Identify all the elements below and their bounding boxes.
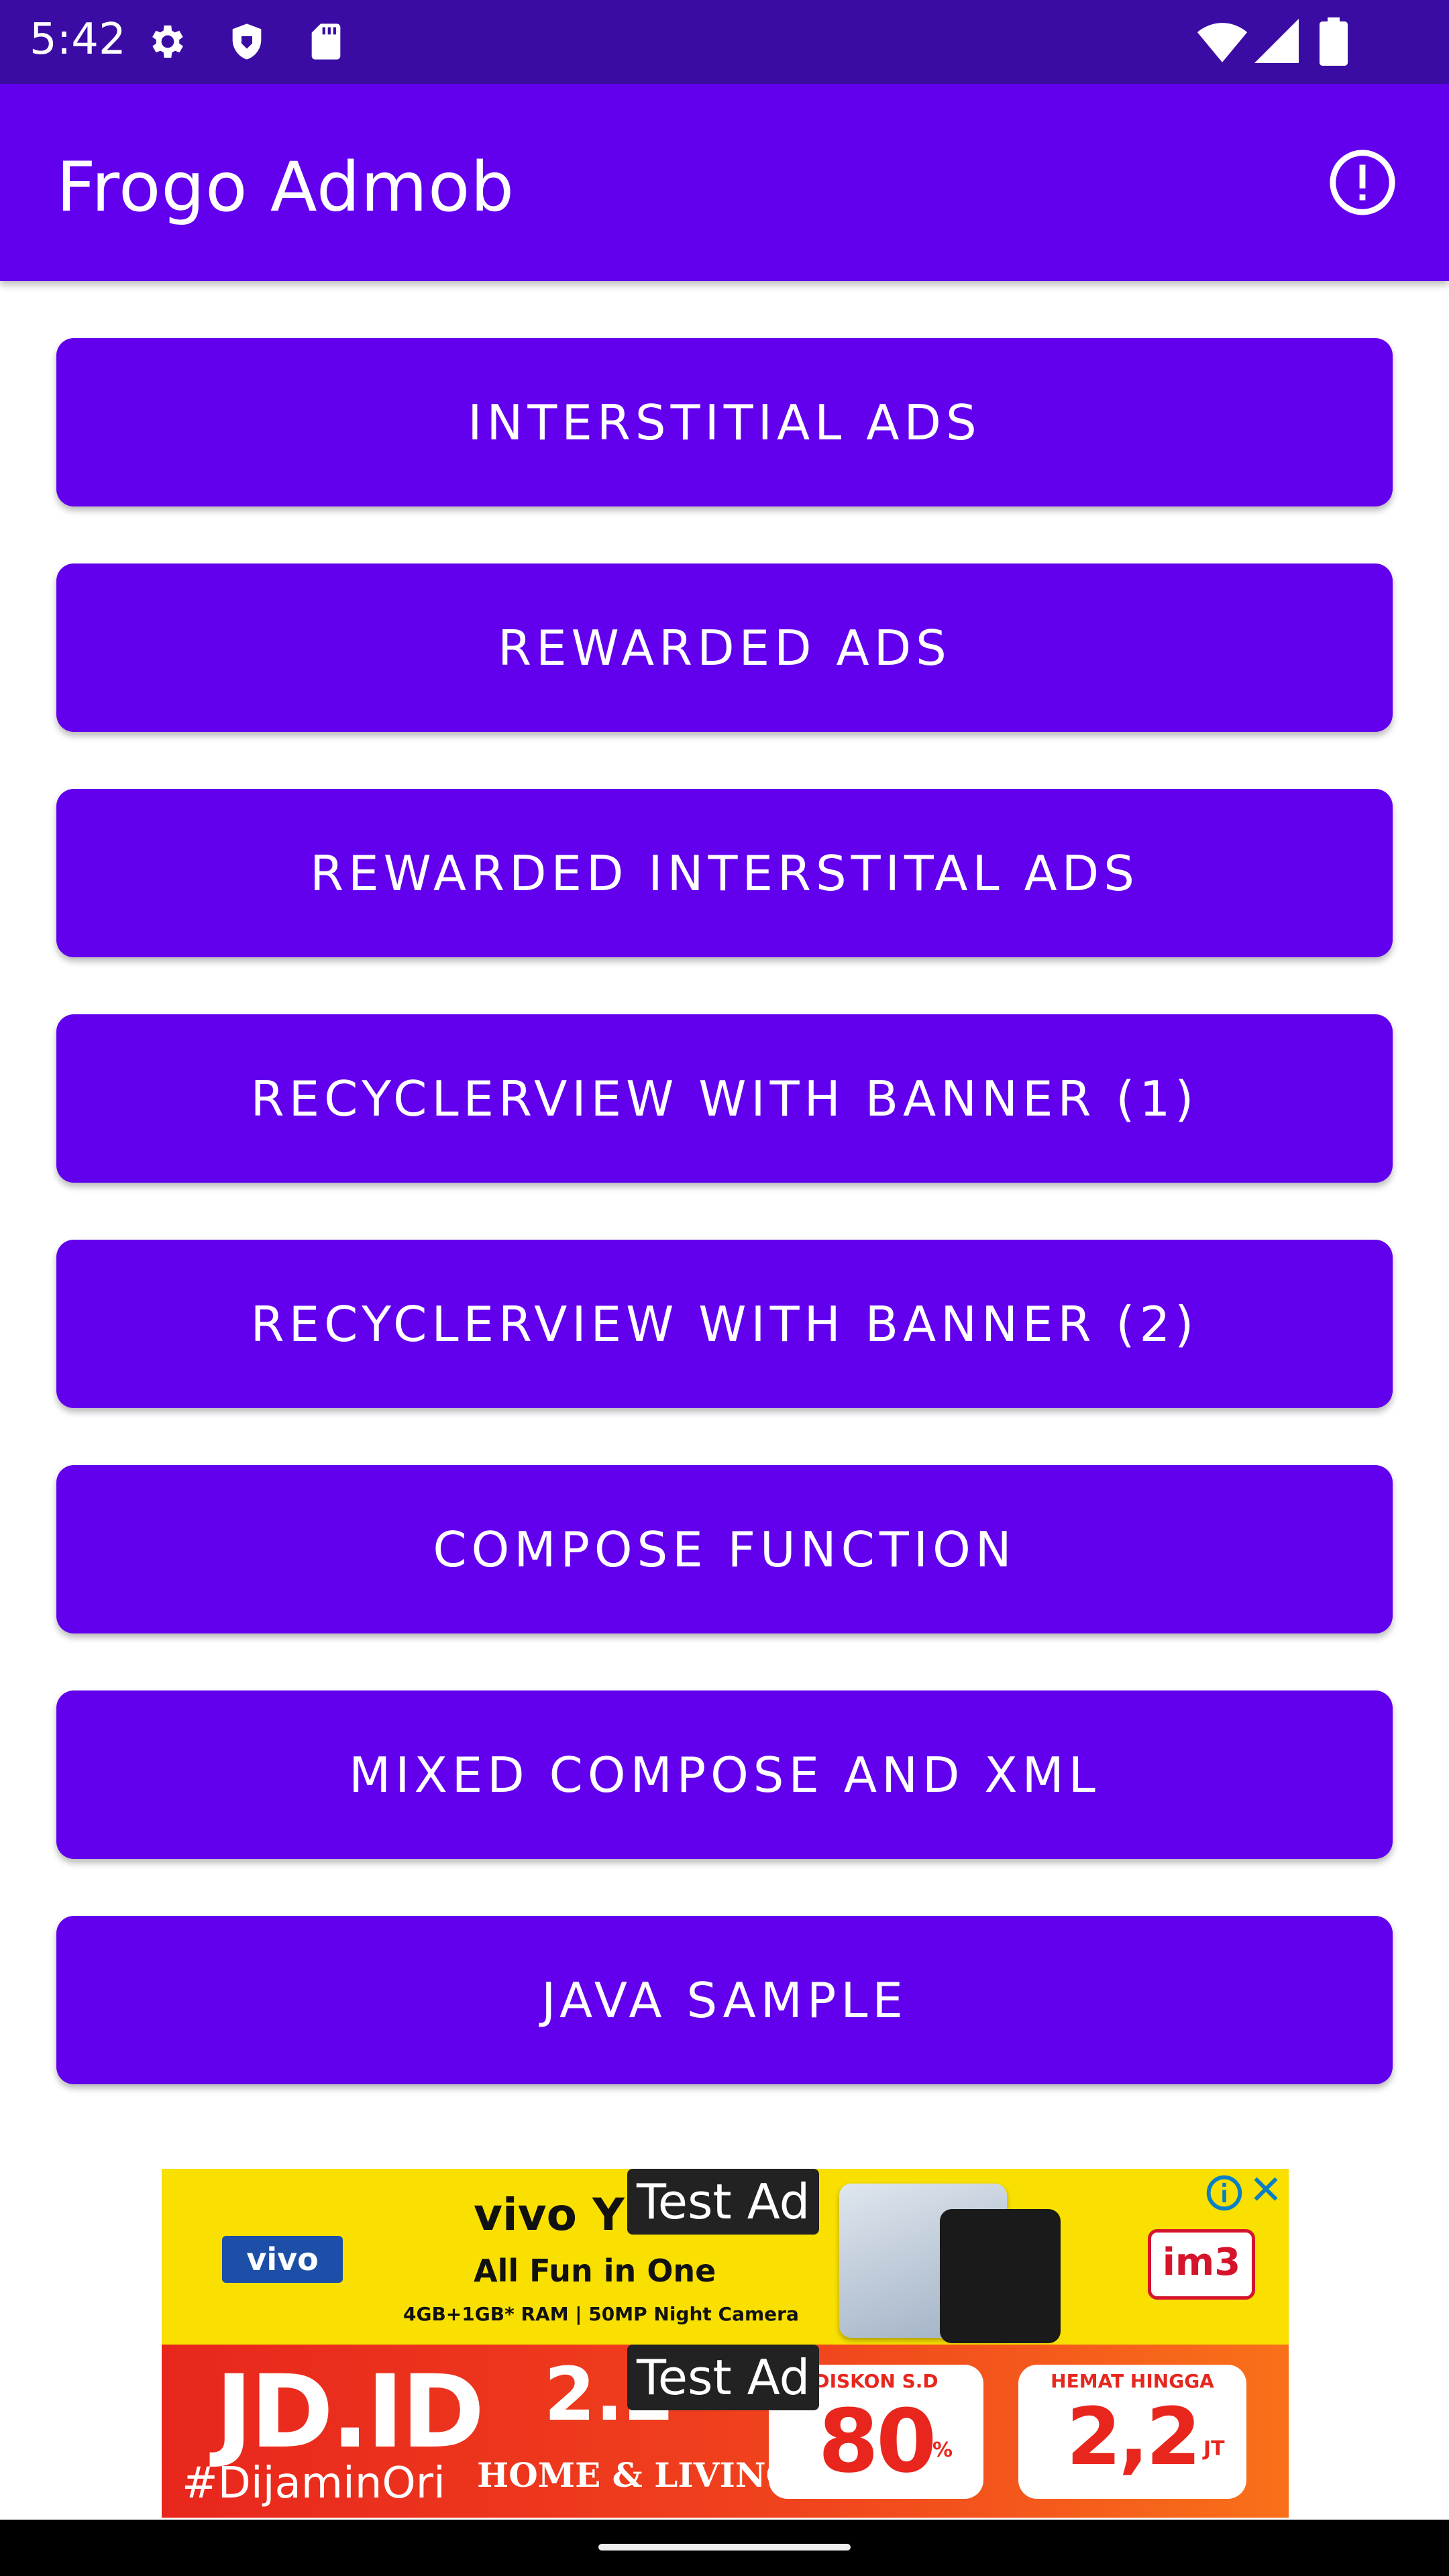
test-ad-badge: Test Ad [627, 2169, 820, 2235]
recyclerview-banner-2-button[interactable]: RECYCLERVIEW WITH BANNER (2) [56, 1240, 1393, 1408]
promo-savings-unit: JT [1203, 2437, 1225, 2461]
rewarded-ads-button[interactable]: REWARDED ADS [56, 564, 1393, 732]
status-bar: 5:42 [0, 0, 1449, 84]
java-sample-button[interactable]: JAVA SAMPLE [56, 1916, 1393, 2084]
interstitial-ads-button[interactable]: INTERSTITIAL ADS [56, 338, 1393, 506]
jd-hashtag: #DijaminOri [182, 2459, 445, 2508]
home-gesture-handle[interactable] [598, 2544, 851, 2551]
app-title: Frogo Admob [56, 148, 515, 227]
info-icon[interactable] [1327, 147, 1398, 218]
test-ad-badge: Test Ad [627, 2345, 820, 2410]
mixed-compose-xml-button[interactable]: MIXED COMPOSE AND XML [56, 1690, 1393, 1859]
navigation-bar [0, 2520, 1449, 2576]
status-time: 5:42 [30, 15, 126, 64]
app-bar: Frogo Admob [0, 84, 1449, 281]
promo-card-savings: HEMAT HINGGA 2,2 JT [1018, 2365, 1246, 2499]
event-name: HOME & LIVING [477, 2455, 795, 2495]
rewarded-interstitial-ads-button[interactable]: REWARDED INTERSTITAL ADS [56, 789, 1393, 957]
ad-banner[interactable]: vivo vivo Y All Fun in One 4GB+1GB* RAM … [162, 2169, 1289, 2518]
signal-icon [1254, 19, 1299, 63]
ad-close-icon[interactable]: ✕ [1247, 2170, 1285, 2210]
settings-icon [152, 25, 183, 58]
ad-banner-bottom[interactable]: JD.ID #DijaminOri 2.2 HOME & LIVING DISK… [162, 2345, 1289, 2518]
sd-card-icon [311, 23, 341, 60]
recyclerview-banner-1-button[interactable]: RECYCLERVIEW WITH BANNER (1) [56, 1014, 1393, 1183]
vivo-logo: vivo [222, 2236, 343, 2283]
ad-headline: vivo Y [474, 2189, 625, 2241]
promo-discount-unit: % [932, 2438, 953, 2462]
ad-spec: 4GB+1GB* RAM | 50MP Night Camera [403, 2303, 799, 2325]
ad-banner-top[interactable]: vivo vivo Y All Fun in One 4GB+1GB* RAM … [162, 2169, 1289, 2345]
compose-function-button[interactable]: COMPOSE FUNCTION [56, 1465, 1393, 1633]
phone-back-image [940, 2209, 1061, 2343]
promo-savings-label: HEMAT HINGGA [1051, 2370, 1214, 2392]
adchoices-icon[interactable] [1205, 2174, 1243, 2212]
im3-logo: im3 [1148, 2229, 1255, 2300]
ad-subline: All Fun in One [474, 2253, 716, 2289]
promo-savings-value: 2,2 [1066, 2390, 1201, 2483]
jd-logo: JD.ID [215, 2354, 485, 2471]
battery-icon [1320, 17, 1348, 66]
wifi-icon [1197, 23, 1248, 62]
shield-icon [232, 23, 262, 60]
